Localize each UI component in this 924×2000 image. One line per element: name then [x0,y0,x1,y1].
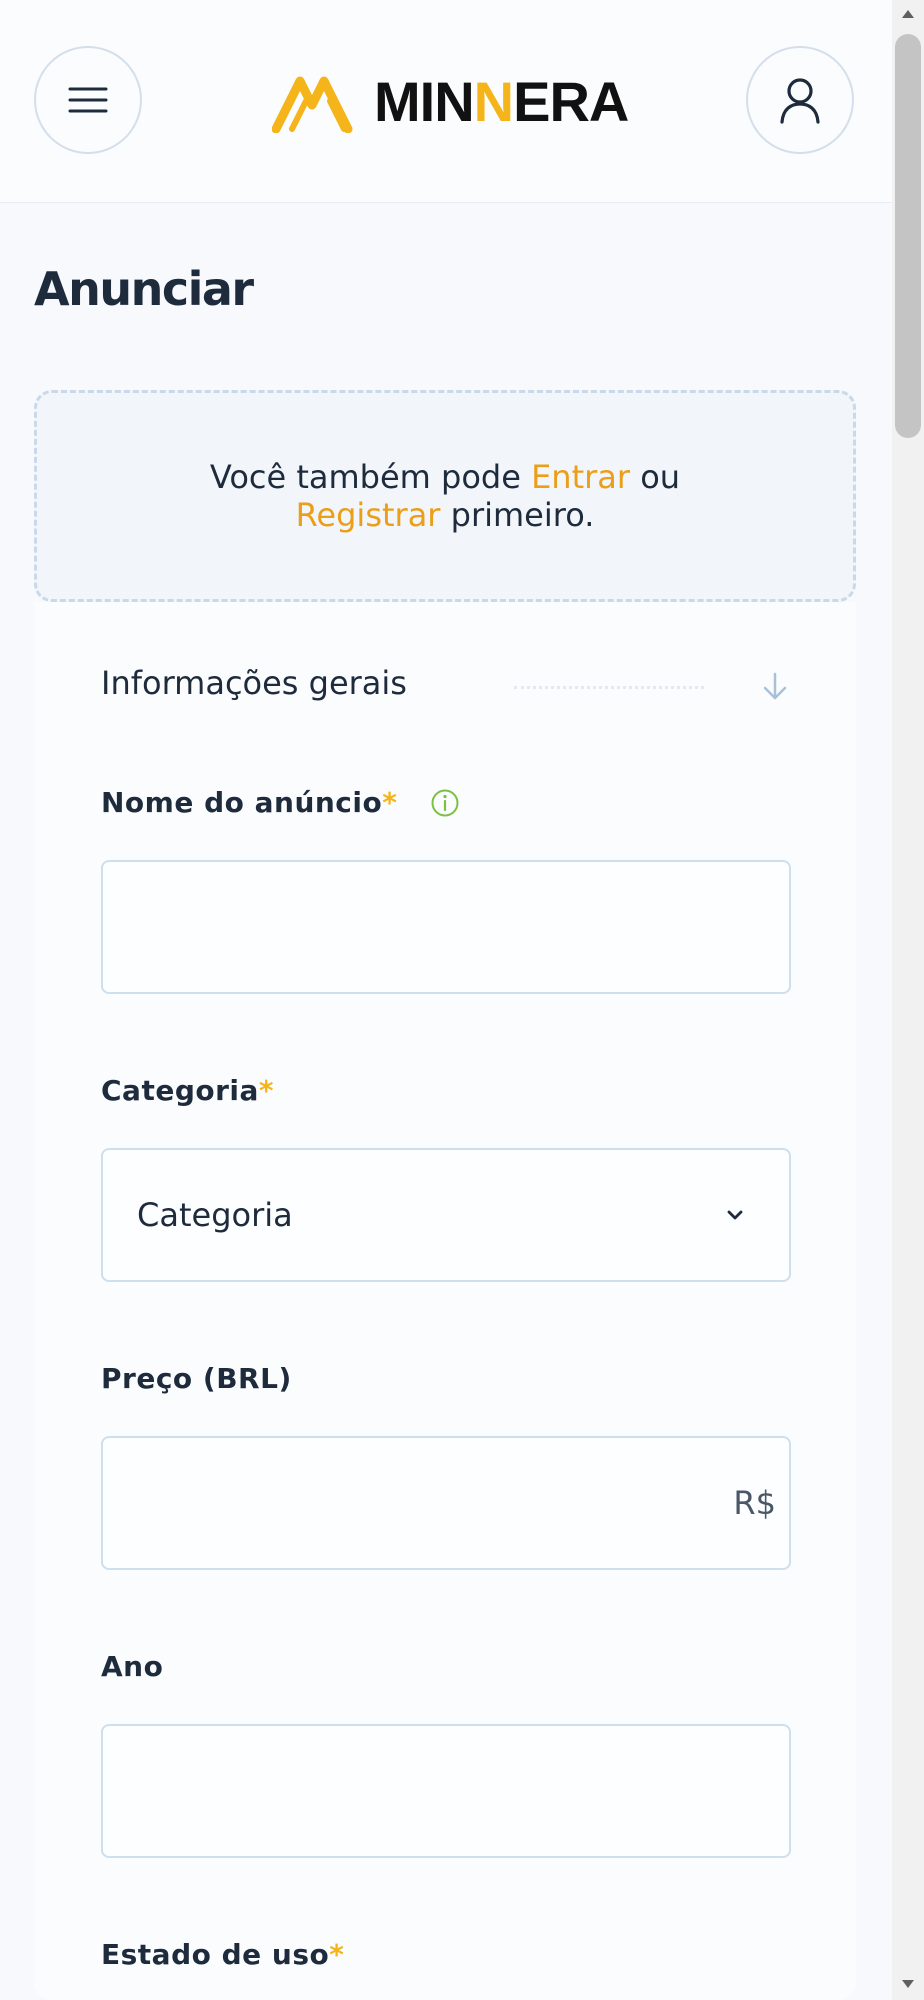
user-icon [780,78,820,124]
scroll-down-arrow-icon[interactable] [902,1980,914,1988]
year-input[interactable] [101,1724,791,1858]
name-label: Nome do anúncio* [101,786,398,819]
currency-suffix: R$ [733,1484,776,1522]
logo-wordmark: MINNERA [374,70,629,133]
category-label: Categoria* [101,1074,275,1107]
section-title-general-info: Informações gerais [101,664,407,702]
price-label: Preço (BRL) [101,1362,292,1395]
notice-middle: ou [630,458,681,496]
year-label: Ano [101,1650,164,1683]
top-header: MINNERA [0,0,892,203]
logo-mark-icon [272,76,353,133]
info-icon[interactable] [430,788,460,818]
category-select[interactable]: Categoria [101,1148,791,1282]
required-marker: * [382,786,398,819]
required-marker: * [329,1938,345,1971]
scrollbar-thumb[interactable] [895,34,921,438]
minnera-logo[interactable]: MINNERA [272,70,629,134]
price-input[interactable] [101,1436,791,1570]
arrow-down-icon[interactable] [760,668,790,704]
category-selected-value: Categoria [137,1196,293,1234]
page-title: Anunciar [34,262,254,316]
listing-form-card: Informações gerais Nome do anúncio* Cate… [34,602,856,2000]
register-link[interactable]: Registrar [296,496,441,534]
scroll-up-arrow-icon[interactable] [902,10,914,18]
section-divider [514,686,704,689]
hamburger-menu-icon [68,87,108,113]
login-link[interactable]: Entrar [531,458,630,496]
notice-prefix: Você também pode [209,458,532,496]
menu-button[interactable] [34,46,142,154]
chevron-down-icon [727,1210,743,1220]
page-scrollbar[interactable] [892,0,924,2000]
price-field-wrapper: R$ [34,1436,856,1570]
required-marker: * [258,1074,275,1107]
ad-name-input[interactable] [101,860,791,994]
condition-label: Estado de uso* [101,1938,345,1971]
notice-suffix: primeiro. [440,496,595,534]
account-button[interactable] [746,46,854,154]
login-notice: Você também pode Entrar ou Registrar pri… [34,390,856,602]
